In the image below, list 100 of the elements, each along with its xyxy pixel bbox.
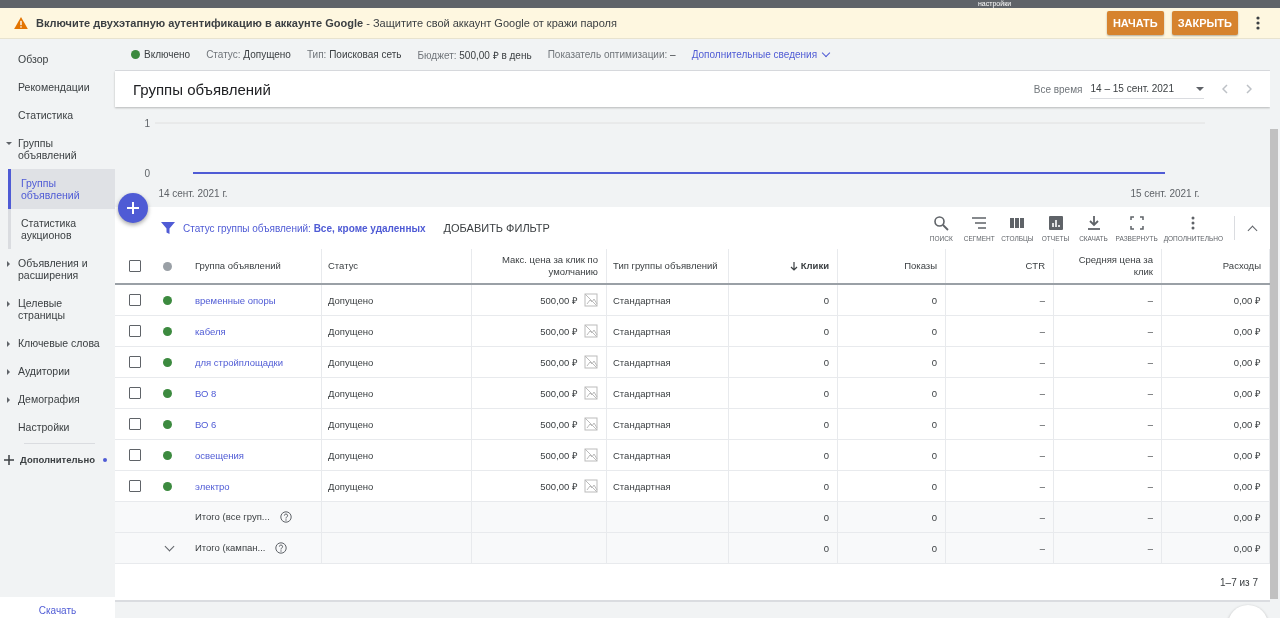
sort-arrow-icon bbox=[790, 262, 799, 271]
table-cell: Стандартная bbox=[606, 470, 729, 502]
filter-chip[interactable]: Статус группы объявлений: Все, кроме удаленных bbox=[183, 222, 426, 234]
table-cell: 500,00 ₽ bbox=[471, 284, 607, 316]
add-filter-button[interactable]: ДОБАВИТЬ ФИЛЬТР bbox=[437, 221, 556, 235]
table-cell: – bbox=[1053, 408, 1162, 440]
status-field: Статус: Допущено bbox=[206, 49, 291, 60]
x-tick-label: 15 сент. 2021 г. bbox=[1130, 188, 1200, 199]
nav-item[interactable]: Обзор bbox=[0, 45, 115, 73]
table-cell: Допущено bbox=[321, 346, 472, 378]
nav-item[interactable]: Целевые страницы bbox=[0, 289, 115, 329]
select-all-checkbox[interactable] bbox=[129, 260, 141, 272]
column-header[interactable]: Группа объявлений bbox=[189, 249, 322, 284]
more-icon[interactable] bbox=[1256, 16, 1260, 30]
ad-group-link[interactable]: кабеля bbox=[189, 315, 322, 347]
table-cell: 0,00 ₽ bbox=[1161, 284, 1270, 316]
segment-icon bbox=[971, 214, 988, 231]
table-cell: 0 bbox=[837, 346, 946, 378]
table-cell: 500,00 ₽ bbox=[471, 408, 607, 440]
table-cell: – bbox=[1053, 315, 1162, 347]
page-title: Группы объявлений bbox=[133, 80, 272, 98]
download-link[interactable]: Скачать bbox=[0, 597, 115, 618]
column-header[interactable]: Показы bbox=[837, 249, 946, 284]
image-icon bbox=[584, 417, 598, 431]
y-tick-label: 1 bbox=[144, 118, 151, 129]
column-header[interactable]: Статус bbox=[321, 249, 472, 284]
nav-item[interactable]: Демография bbox=[0, 385, 115, 413]
nav-item[interactable]: Настройки bbox=[0, 413, 115, 441]
table-cell: Допущено bbox=[321, 315, 472, 347]
table-cell: 500,00 ₽ bbox=[471, 439, 607, 471]
table-cell: – bbox=[945, 439, 1054, 471]
nav-item[interactable]: Ключевые слова bbox=[0, 329, 115, 357]
download-icon bbox=[1085, 214, 1102, 231]
row-checkbox[interactable] bbox=[129, 356, 141, 368]
date-range-label: Все время bbox=[1033, 83, 1083, 95]
date-range-dropdown[interactable]: 14 – 15 сент. 2021 bbox=[1090, 79, 1204, 99]
table-cell: 0,00 ₽ bbox=[1161, 532, 1270, 564]
row-checkbox[interactable] bbox=[129, 480, 141, 492]
x-tick-label: 14 сент. 2021 г. bbox=[158, 188, 228, 199]
column-header[interactable]: CTR bbox=[945, 249, 1054, 284]
table-cell: – bbox=[945, 501, 1054, 533]
table-cell: Допущено bbox=[321, 408, 472, 440]
nav-item[interactable]: Статистика bbox=[0, 101, 115, 129]
nav-item[interactable]: Объявления и расширения bbox=[0, 249, 115, 289]
ad-group-link[interactable]: ВО 6 bbox=[189, 408, 322, 440]
table-cell: – bbox=[1053, 346, 1162, 378]
nav-item[interactable]: Группы объявлений bbox=[8, 169, 115, 209]
help-icon[interactable] bbox=[275, 542, 288, 555]
plus-icon bbox=[126, 201, 140, 215]
details-link[interactable]: Дополнительные сведения bbox=[691, 49, 830, 60]
total-label: Итого (все груп... bbox=[195, 510, 270, 522]
table-cell: – bbox=[945, 408, 1054, 440]
ad-group-link[interactable]: ВО 8 bbox=[189, 377, 322, 409]
column-header[interactable]: Макс. цена за клик по умолчанию bbox=[471, 249, 607, 284]
more-nav-item[interactable]: Дополнительно bbox=[0, 448, 115, 471]
table-cell: Стандартная bbox=[606, 346, 729, 378]
row-checkbox[interactable] bbox=[129, 387, 141, 399]
nav-item[interactable]: Аудитории bbox=[0, 357, 115, 385]
row-checkbox[interactable] bbox=[129, 418, 141, 430]
table-cell: 0,00 ₽ bbox=[1161, 439, 1270, 471]
table-cell: 0 bbox=[728, 501, 838, 533]
table-cell: 0,00 ₽ bbox=[1161, 501, 1270, 533]
table-cell: Допущено bbox=[321, 377, 472, 409]
table-cell: – bbox=[1053, 377, 1162, 409]
scrollbar[interactable] bbox=[1270, 129, 1278, 599]
table-cell: 0,00 ₽ bbox=[1161, 377, 1270, 409]
table-cell: 0,00 ₽ bbox=[1161, 408, 1270, 440]
ad-group-link[interactable]: освещения bbox=[189, 439, 322, 471]
ad-group-link[interactable]: электро bbox=[189, 470, 322, 502]
more-icon bbox=[1191, 214, 1196, 231]
table-cell: 500,00 ₽ bbox=[471, 315, 607, 347]
filter-icon[interactable] bbox=[161, 221, 175, 235]
row-checkbox[interactable] bbox=[129, 449, 141, 461]
help-icon[interactable] bbox=[279, 511, 292, 524]
table-cell: 0 bbox=[728, 377, 838, 409]
total-label: Итого (кампан... bbox=[195, 541, 266, 553]
table-cell: Стандартная bbox=[606, 439, 729, 471]
table-cell: Допущено bbox=[321, 284, 472, 316]
table-cell: 0 bbox=[728, 439, 838, 471]
column-header[interactable]: Тип группы объявлений bbox=[606, 249, 729, 284]
ad-group-link[interactable]: временные опоры bbox=[189, 284, 322, 316]
row-checkbox[interactable] bbox=[129, 325, 141, 337]
ad-group-link[interactable]: для стройплощадки bbox=[189, 346, 322, 378]
row-checkbox[interactable] bbox=[129, 294, 141, 306]
column-header[interactable]: Средняя цена за клик bbox=[1053, 249, 1162, 284]
column-header[interactable]: Клики bbox=[728, 249, 838, 284]
nav-item[interactable]: Группы объявлений bbox=[0, 129, 115, 169]
table-cell: 0 bbox=[837, 377, 946, 409]
table-cell: 500,00 ₽ bbox=[471, 377, 607, 409]
table-cell: – bbox=[1053, 439, 1162, 471]
search-icon bbox=[933, 214, 950, 231]
table-cell: 0 bbox=[837, 315, 946, 347]
banner-message: Включите двухэтапную аутентификацию в аккаунте Google - Защитите свой аккаунт Google от кражи пароля bbox=[36, 17, 617, 29]
add-button[interactable] bbox=[118, 193, 148, 223]
status-header-dot bbox=[163, 261, 172, 271]
image-icon bbox=[584, 479, 598, 493]
status-field: Бюджет: 500,00 ₽ в день bbox=[417, 47, 532, 62]
table-cell: 0 bbox=[837, 284, 946, 316]
table-cell: 500,00 ₽ bbox=[471, 470, 607, 502]
nav-item[interactable]: Рекомендации bbox=[0, 73, 115, 101]
